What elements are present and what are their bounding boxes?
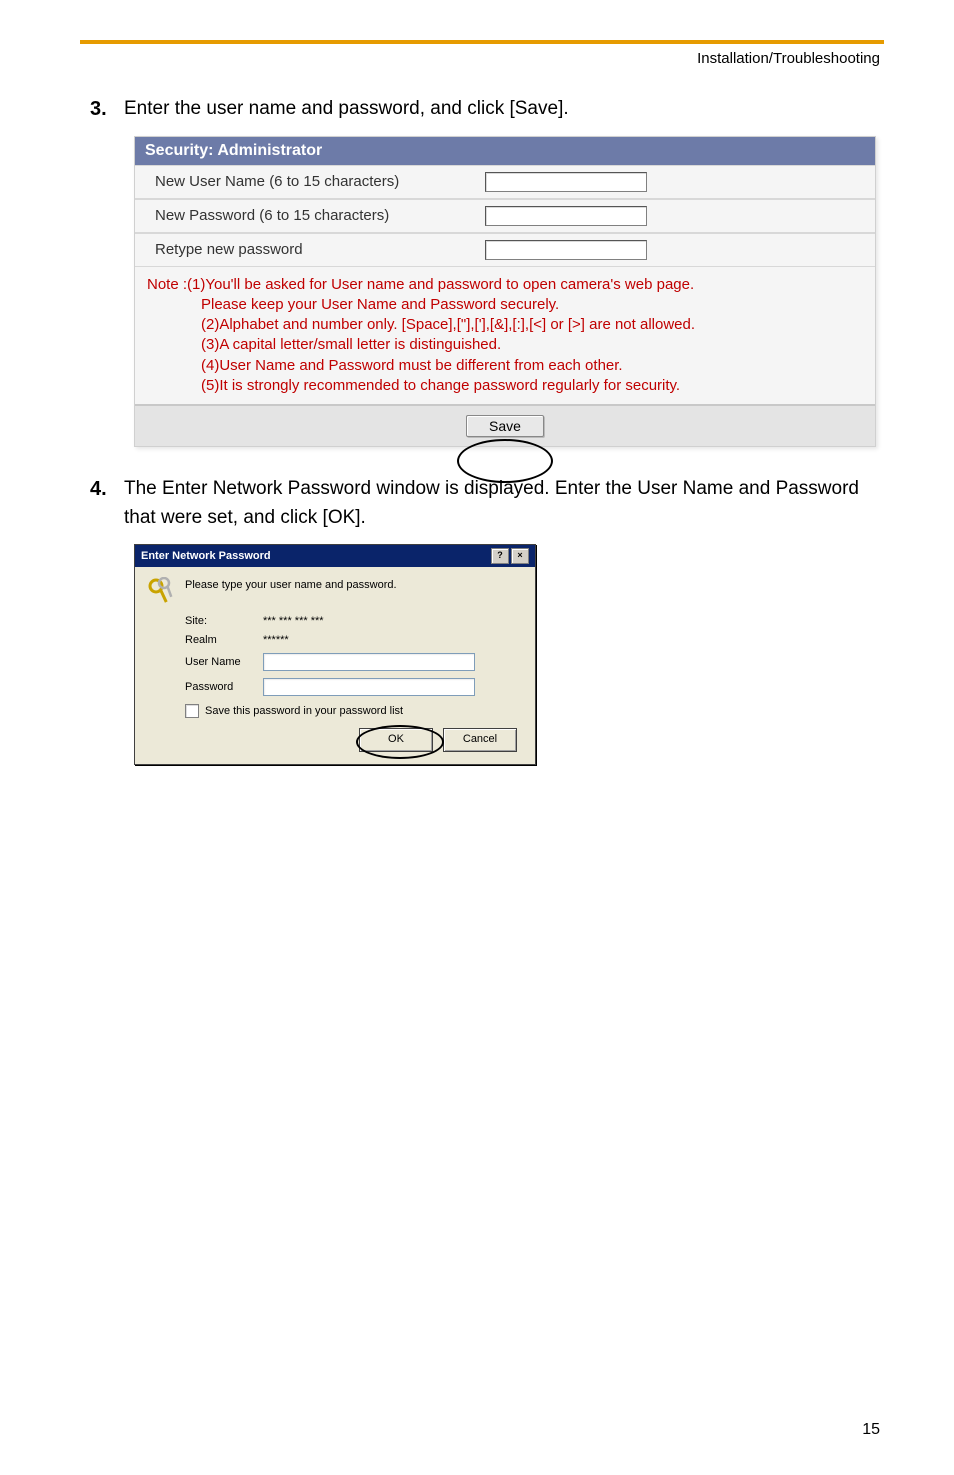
site-label: Site: [185,615,263,627]
username-label: User Name [185,656,263,668]
step-4-text: The Enter Network Password window is dis… [124,475,884,532]
password-input[interactable] [263,678,475,696]
realm-value: ****** [263,634,523,646]
step-3-num: 3. [90,95,124,123]
keys-icon [147,577,175,609]
row-new-pass: New Password (6 to 15 characters) [135,199,875,233]
header-section: Installation/Troubleshooting [80,50,884,67]
label-retype: Retype new password [135,241,485,258]
input-new-pass[interactable] [485,206,647,226]
row-retype: Retype new password [135,233,875,267]
security-panel-title: Security: Administrator [135,137,875,165]
note-line4: (3)A capital letter/small letter is dist… [201,335,863,355]
input-new-user[interactable] [485,172,647,192]
site-value: *** *** *** *** [263,615,523,627]
dialog-wrap: Enter Network Password ? × [134,544,534,765]
cancel-button[interactable]: Cancel [443,728,517,752]
save-password-checkbox[interactable] [185,704,199,718]
label-new-user: New User Name (6 to 15 characters) [135,173,485,190]
security-note: Note :(1)You'll be asked for User name a… [135,267,875,407]
note-line2: Please keep your User Name and Password … [201,295,863,315]
step-3: 3. Enter the user name and password, and… [90,95,884,124]
note-line5: (4)User Name and Password must be differ… [201,356,863,376]
realm-label: Realm [185,634,263,646]
header-rule [80,40,884,44]
dialog-prompt: Please type your user name and password. [185,577,397,591]
step-4: 4. The Enter Network Password window is … [90,475,884,532]
close-button[interactable]: × [511,548,529,564]
label-new-pass: New Password (6 to 15 characters) [135,207,485,224]
row-new-user: New User Name (6 to 15 characters) [135,165,875,199]
note-line3: (2)Alphabet and number only. [Space],["]… [201,315,863,335]
dialog-title-text: Enter Network Password [141,550,271,562]
step-4-num: 4. [90,475,124,503]
save-button[interactable]: Save [466,415,544,437]
page-number: 15 [862,1421,880,1439]
password-label: Password [185,681,263,693]
note-line6: (5)It is strongly recommended to change … [201,376,863,396]
username-input[interactable] [263,653,475,671]
dialog-titlebar: Enter Network Password ? × [135,545,535,567]
help-button[interactable]: ? [491,548,509,564]
step-3-text: Enter the user name and password, and cl… [124,95,569,124]
enter-network-password-dialog: Enter Network Password ? × [134,544,536,765]
input-retype[interactable] [485,240,647,260]
note-line1: Note :(1)You'll be asked for User name a… [147,276,694,293]
ok-button[interactable]: OK [359,728,433,752]
security-admin-panel: Security: Administrator New User Name (6… [134,136,876,448]
save-bar: Save [135,406,875,446]
save-password-label: Save this password in your password list [205,705,403,717]
